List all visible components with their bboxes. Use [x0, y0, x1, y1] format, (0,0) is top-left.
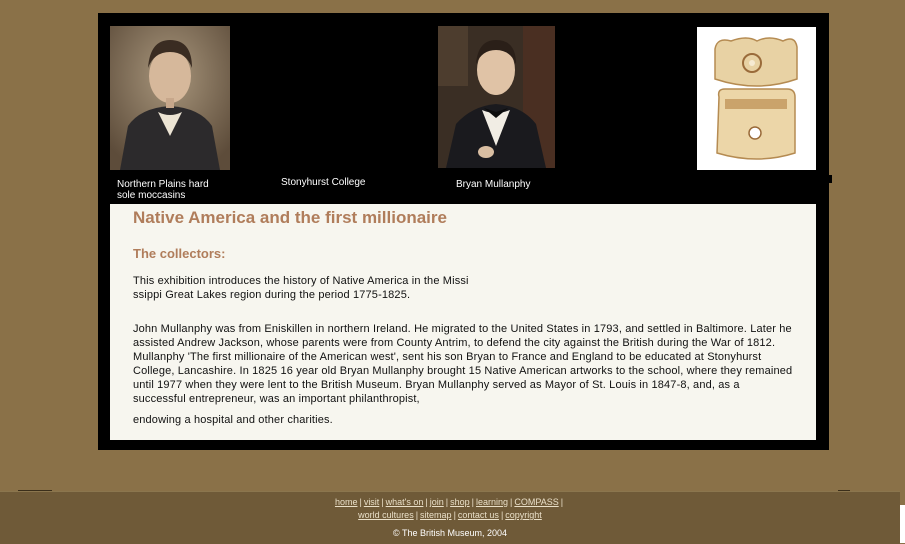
intro-paragraph: This exhibition introduces the history o… [133, 274, 469, 302]
nav-link-world-cultures[interactable]: world cultures [358, 510, 414, 520]
moccasins-image[interactable] [697, 27, 816, 170]
nav-link-learning[interactable]: learning [476, 497, 508, 507]
nav-link-sitemap[interactable]: sitemap [420, 510, 452, 520]
footer-nav-row-2: world cultures | sitemap | contact us | copyri… [0, 509, 900, 521]
nav-separator: | [453, 510, 456, 520]
body-paragraph-end: endowing a hospital and other charities. [133, 414, 333, 426]
portrait-painting-icon [438, 26, 555, 168]
article-panel: Native America and the first millionaire… [110, 204, 816, 440]
copyright-notice: © The British Museum, 2004 [0, 528, 900, 538]
nav-link-contact-us[interactable]: contact us [458, 510, 499, 520]
nav-separator: | [425, 497, 428, 507]
window-edge [900, 505, 905, 543]
caption-bryan-mullanphy: Bryan Mullanphy [456, 179, 531, 190]
frame-edge [823, 175, 832, 183]
nav-separator: | [381, 497, 384, 507]
nav-link-whats-on[interactable]: what's on [386, 497, 424, 507]
exhibition-frame: Northern Plains hard sole moccasins Ston… [98, 13, 832, 450]
nav-link-compass[interactable]: COMPASS [514, 497, 558, 507]
nav-separator: | [510, 497, 513, 507]
nav-link-home[interactable]: home [335, 497, 358, 507]
intro-line-1: This exhibition introduces the history o… [133, 275, 469, 287]
portrait-painting-icon [110, 26, 230, 170]
intro-line-2: ssippi Great Lakes region during the per… [133, 289, 411, 301]
caption-stonyhurst: Stonyhurst College [281, 177, 366, 188]
nav-link-copyright[interactable]: copyright [505, 510, 542, 520]
nav-separator: | [359, 497, 362, 507]
nav-separator: | [445, 497, 449, 507]
stonyhurst-image[interactable] [278, 26, 378, 170]
nav-separator: | [500, 510, 504, 520]
nav-separator: | [471, 497, 474, 507]
nav-link-join[interactable]: join [430, 497, 444, 507]
copyright-icon: © [392, 528, 400, 538]
portrait-image-bryan-mullanphy[interactable] [438, 26, 555, 168]
footer-nav-row-1: home | visit | what's on | join | shop | learning |… [0, 496, 900, 508]
site-footer: home | visit | what's on | join | shop | learning |… [0, 491, 900, 544]
caption-moccasins: Northern Plains hard sole moccasins [117, 179, 209, 201]
portrait-image-john-mullanphy[interactable] [110, 26, 230, 170]
nav-separator: | [415, 510, 419, 520]
section-heading: The collectors: [133, 246, 226, 261]
nav-link-shop[interactable]: shop [450, 497, 470, 507]
body-paragraph: John Mullanphy was from Eniskillen in no… [133, 323, 793, 405]
page-title: Native America and the first millionaire [133, 208, 447, 227]
copyright-text: The British Museum, 2004 [401, 528, 508, 538]
nav-separator: | [560, 497, 564, 507]
nav-link-visit[interactable]: visit [364, 497, 380, 507]
moccasins-icon [714, 37, 798, 160]
image-gallery: Northern Plains hard sole moccasins Ston… [98, 13, 829, 203]
